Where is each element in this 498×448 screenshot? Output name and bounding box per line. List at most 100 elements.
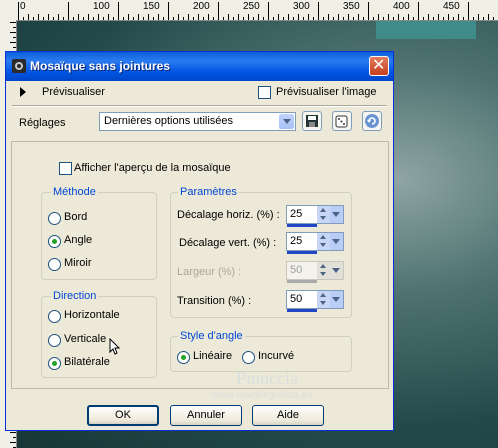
floppy-disk-icon (306, 115, 318, 127)
method-edge-radio[interactable] (48, 212, 61, 225)
direction-vertical-label[interactable]: Verticale (64, 333, 106, 345)
ruler-tick (113, 17, 114, 20)
direction-bilateral-label[interactable]: Bilatérale (64, 356, 110, 368)
seamless-tiling-dialog: Mosaïque sans jointures ✕ Prévisualiser … (5, 51, 394, 431)
chevron-down-icon[interactable] (279, 114, 294, 129)
chevron-down-icon[interactable] (330, 291, 343, 308)
ruler-mark: 150 (143, 1, 160, 12)
ruler-tick (233, 17, 234, 20)
ruler-tick (163, 17, 164, 20)
settings-label: Réglages (19, 117, 66, 129)
ruler-tick (53, 17, 54, 20)
close-button[interactable]: ✕ (369, 55, 389, 76)
up-down-icon[interactable] (317, 291, 330, 308)
width-spinner: 50 (286, 261, 344, 283)
ruler-tick (118, 2, 119, 20)
cancel-button[interactable]: Annuler (170, 405, 242, 426)
app-icon (12, 59, 26, 73)
ruler-tick (398, 14, 399, 20)
ruler-tick (188, 14, 189, 20)
random-button[interactable] (332, 111, 352, 131)
ruler-tick (378, 14, 379, 20)
ruler-tick (348, 14, 349, 20)
value-slider[interactable] (287, 251, 317, 254)
ruler-tick (248, 14, 249, 20)
ruler-tick (48, 14, 49, 20)
ruler-tick (258, 14, 259, 20)
ruler-tick (148, 14, 149, 20)
watermark-site: www.maidiregrafica.eu (212, 390, 313, 401)
angle-curved-label[interactable]: Incurvé (258, 350, 294, 362)
ok-button[interactable]: OK (87, 405, 159, 426)
h-offset-spinner[interactable]: 25 (286, 205, 344, 227)
ruler-tick (318, 2, 319, 20)
show-tiling-preview-checkbox[interactable] (59, 162, 72, 175)
ruler-tick (108, 14, 109, 20)
title-bar[interactable]: Mosaïque sans jointures ✕ (6, 52, 393, 81)
chevron-down-icon[interactable] (330, 206, 343, 223)
ruler-mark: 100 (93, 1, 110, 12)
ruler-tick (228, 14, 229, 20)
transition-spinner[interactable]: 50 (286, 290, 344, 312)
direction-horizontal-label[interactable]: Horizontale (64, 309, 120, 321)
ruler-tick (463, 17, 464, 20)
chevron-down-icon[interactable] (330, 233, 343, 250)
save-preset-button[interactable] (302, 111, 322, 131)
ruler-tick (328, 14, 329, 20)
up-down-icon (317, 262, 330, 279)
angle-curved-radio[interactable] (242, 351, 255, 364)
ruler-tick (418, 2, 419, 20)
ruler-tick (33, 17, 34, 20)
image-strip (376, 21, 476, 39)
preview-toggle-label[interactable]: Prévisualiser (42, 86, 105, 98)
ruler-tick (443, 17, 444, 20)
ruler-tick (383, 17, 384, 20)
ruler-tick (468, 2, 469, 20)
v-offset-spinner[interactable]: 25 (286, 232, 344, 254)
ruler-tick (268, 2, 269, 20)
method-mirror-label[interactable]: Miroir (64, 257, 92, 269)
ruler-tick (173, 17, 174, 20)
ruler-tick (358, 14, 359, 20)
angle-linear-radio[interactable] (177, 351, 190, 364)
angle-linear-label[interactable]: Linéaire (193, 350, 232, 362)
close-icon: ✕ (372, 55, 386, 74)
direction-horizontal-radio[interactable] (48, 310, 61, 323)
ruler-tick (333, 17, 334, 20)
direction-bilateral-radio[interactable] (48, 357, 61, 370)
method-edge-label[interactable]: Bord (64, 211, 87, 223)
ruler-tick (458, 14, 459, 20)
value-slider[interactable] (287, 309, 317, 312)
ruler-tick (238, 14, 239, 20)
ruler-tick (213, 17, 214, 20)
direction-group-title: Direction (51, 290, 99, 302)
value-slider[interactable] (287, 224, 317, 227)
ruler-mark: 400 (393, 1, 410, 12)
show-tiling-preview-label[interactable]: Afficher l'aperçu de la mosaïque (74, 162, 231, 174)
ruler-tick (28, 14, 29, 20)
up-down-icon[interactable] (317, 206, 330, 223)
method-corner-label[interactable]: Angle (64, 234, 92, 246)
ruler-tick (13, 47, 16, 48)
ruler-tick (83, 17, 84, 20)
direction-vertical-radio[interactable] (48, 334, 61, 347)
ruler-tick (423, 17, 424, 20)
ruler-mark: 250 (243, 1, 260, 12)
preview-image-label[interactable]: Prévisualiser l'image (276, 86, 377, 98)
ruler-mark: 450 (443, 1, 460, 12)
expand-arrow-icon[interactable] (20, 87, 26, 97)
preview-image-checkbox[interactable] (258, 86, 271, 99)
value-slider (287, 280, 317, 283)
ruler-tick (23, 17, 24, 20)
help-button[interactable]: Aide (252, 405, 324, 426)
ruler-tick (473, 17, 474, 20)
ruler-tick (408, 14, 409, 20)
ruler-tick (93, 17, 94, 20)
settings-dropdown[interactable]: Dernières options utilisées (99, 112, 296, 131)
ruler-tick (158, 14, 159, 20)
method-mirror-radio[interactable] (48, 258, 61, 271)
method-corner-radio[interactable] (48, 235, 61, 248)
ruler-tick (483, 17, 484, 20)
up-down-icon[interactable] (317, 233, 330, 250)
reset-button[interactable] (362, 111, 382, 131)
